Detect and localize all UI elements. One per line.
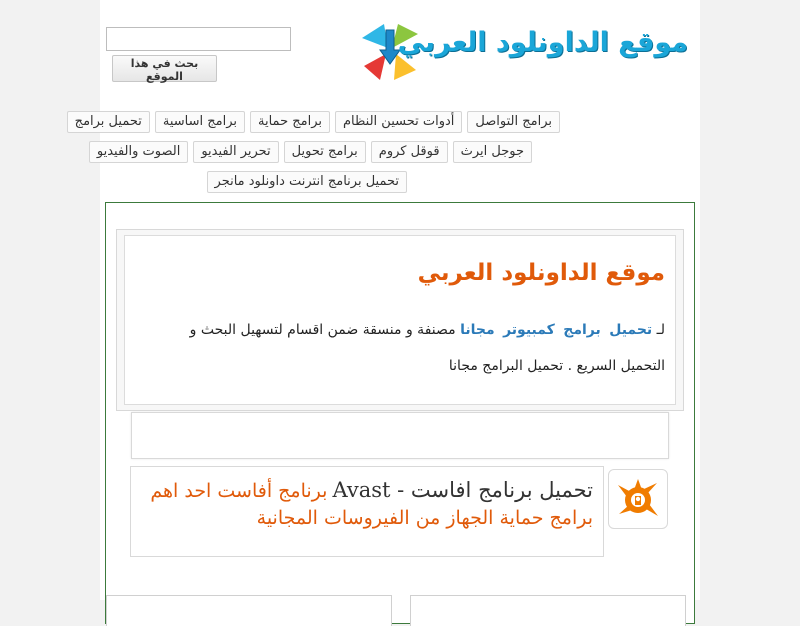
post-title[interactable]: تحميل برنامج افاست - Avast bbox=[333, 478, 593, 502]
keyword-link[interactable]: تحميل bbox=[609, 322, 652, 338]
nav-item-google-chrome[interactable]: قوقل كروم bbox=[370, 141, 448, 163]
post-thumbnail[interactable] bbox=[608, 469, 668, 529]
intro-title: موقع الداونلود العربي bbox=[417, 260, 665, 286]
avast-logo-icon bbox=[618, 479, 658, 516]
nav-row-3: تحميل برنامج انترنت داونلود مانجر bbox=[206, 171, 407, 193]
nav-item-converters[interactable]: برامج تحويل bbox=[283, 141, 366, 163]
nav-item-system-tools[interactable]: أدوات تحسين النظام bbox=[335, 111, 463, 133]
intro-prefix: لـ bbox=[656, 322, 665, 338]
post-card: تحميل برنامج افاست - Avast برنامج أفاست … bbox=[130, 466, 604, 557]
nav-item-audio-video[interactable]: الصوت والفيديو bbox=[88, 141, 189, 163]
post-content: تحميل برنامج افاست - Avast برنامج أفاست … bbox=[143, 477, 593, 532]
nav-item-video-editing[interactable]: تحرير الفيديو bbox=[193, 141, 279, 163]
nav-item-download-programs[interactable]: تحميل برامج bbox=[66, 111, 150, 133]
keyword-link[interactable]: مجانا bbox=[460, 322, 495, 338]
main-content: موقع الداونلود العربي لـ تحميل برامج كمب… bbox=[105, 202, 695, 626]
intro-box: موقع الداونلود العربي لـ تحميل برامج كمب… bbox=[124, 235, 676, 405]
keyword-link[interactable]: كمبيوتر bbox=[503, 322, 555, 338]
nav-item-essential-programs[interactable]: برامج اساسية bbox=[154, 111, 245, 133]
site-name[interactable]: موقع الداونلود العربي bbox=[398, 27, 688, 58]
nav-row-1: تحميل برامج برامج اساسية برامج حماية أدو… bbox=[66, 111, 560, 133]
intro-panel: موقع الداونلود العربي لـ تحميل برامج كمب… bbox=[116, 229, 684, 411]
search-button[interactable]: بحث في هذا الموقع bbox=[112, 55, 217, 83]
page-container: موقع الداونلود العربي بحث في هذا الموقع … bbox=[66, 0, 700, 626]
empty-widget-box bbox=[131, 412, 669, 459]
nav-item-idm[interactable]: تحميل برنامج انترنت داونلود مانجر bbox=[206, 171, 407, 193]
nav-item-google-earth[interactable]: جوجل ايرث bbox=[452, 141, 532, 163]
keyword-link[interactable]: برامج bbox=[563, 322, 601, 338]
nav-row-2: الصوت والفيديو تحرير الفيديو برامج تحويل… bbox=[88, 141, 532, 163]
search-input[interactable] bbox=[106, 27, 291, 51]
intro-text: لـ تحميل برامج كمبيوتر مجانا مصنفة و منس… bbox=[160, 312, 665, 384]
nav-item-security-programs[interactable]: برامج حماية bbox=[250, 111, 330, 133]
nav-item-communication-programs[interactable]: برامج التواصل bbox=[467, 111, 560, 133]
